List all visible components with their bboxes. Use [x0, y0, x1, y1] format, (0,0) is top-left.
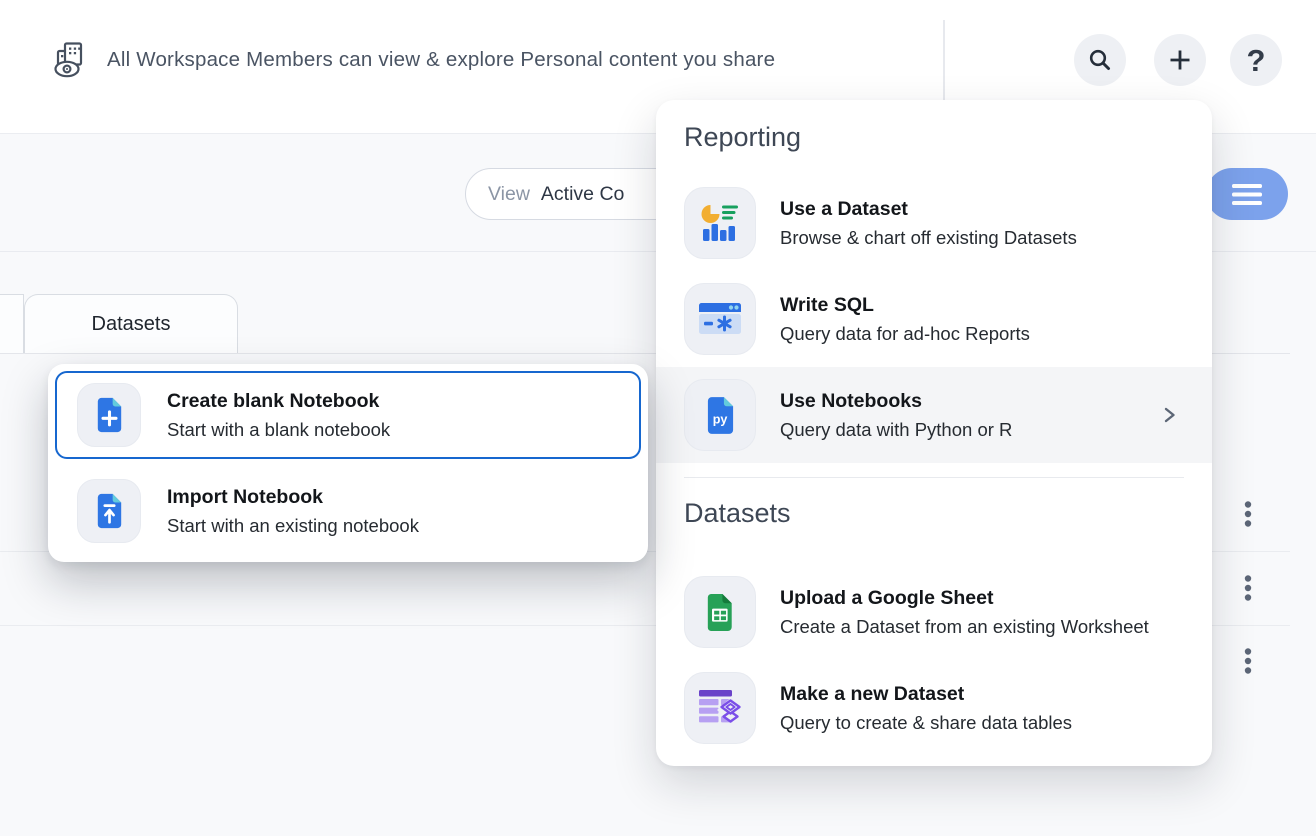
icon-tile — [684, 283, 756, 355]
tab-partial-left[interactable] — [0, 294, 24, 353]
menu-item-title: Use Notebooks — [780, 390, 1012, 413]
menu-item-write-sql[interactable]: Write SQL Query data for ad-hoc Reports — [656, 271, 1212, 367]
kebab-icon — [1244, 501, 1252, 527]
create-notebook-icon — [95, 397, 124, 433]
menu-item-subtitle: Start with an existing notebook — [167, 515, 419, 537]
workspace-sharing-notice: All Workspace Members can view & explore… — [52, 42, 775, 78]
menu-item-texts: Use a Dataset Browse & chart off existin… — [780, 198, 1077, 249]
menu-item-make-new-dataset[interactable]: Make a new Dataset Query to create & sha… — [656, 660, 1212, 756]
menu-item-title: Import Notebook — [167, 486, 419, 509]
create-button[interactable] — [1154, 34, 1206, 86]
new-dataset-icon — [697, 687, 743, 729]
list-view-toggle-button[interactable] — [1206, 168, 1288, 220]
icon-tile — [77, 479, 141, 543]
menu-item-title: Create blank Notebook — [167, 390, 390, 413]
row-actions-button[interactable] — [1234, 496, 1262, 532]
menu-item-subtitle: Query data with Python or R — [780, 419, 1012, 441]
menu-item-create-blank-notebook[interactable]: Create blank Notebook Start with a blank… — [55, 371, 641, 459]
menu-item-use-notebooks[interactable]: py Use Notebooks Query data with Python … — [656, 367, 1212, 463]
view-filter-value: Active Co — [541, 183, 624, 206]
svg-text:py: py — [712, 412, 727, 426]
import-notebook-icon — [95, 493, 124, 529]
menu-item-upload-google-sheet[interactable]: Upload a Google Sheet Create a Dataset f… — [656, 564, 1212, 660]
row-actions-button[interactable] — [1234, 570, 1262, 606]
python-notebook-icon: py — [705, 396, 736, 435]
menu-item-texts: Make a new Dataset Query to create & sha… — [780, 683, 1072, 734]
section-title-reporting: Reporting — [684, 122, 801, 153]
chevron-right-icon — [1160, 405, 1178, 425]
section-title-datasets: Datasets — [684, 498, 791, 529]
search-icon — [1088, 48, 1112, 72]
workspace-visibility-icon — [52, 42, 92, 78]
row-actions-button[interactable] — [1234, 643, 1262, 679]
menu-item-title: Make a new Dataset — [780, 683, 1072, 706]
menu-section-divider — [684, 477, 1184, 478]
menu-item-subtitle: Start with a blank notebook — [167, 419, 390, 441]
menu-item-texts: Upload a Google Sheet Create a Dataset f… — [780, 587, 1149, 638]
plus-icon — [1168, 48, 1192, 72]
kebab-icon — [1244, 575, 1252, 601]
menu-item-import-notebook[interactable]: Import Notebook Start with an existing n… — [55, 467, 641, 555]
menu-item-texts: Import Notebook Start with an existing n… — [167, 486, 419, 537]
tab-datasets[interactable]: Datasets — [24, 294, 238, 353]
kebab-icon — [1244, 648, 1252, 674]
icon-tile: py — [684, 379, 756, 451]
search-button[interactable] — [1074, 34, 1126, 86]
google-sheet-icon — [705, 593, 735, 632]
menu-item-subtitle: Browse & chart off existing Datasets — [780, 227, 1077, 249]
question-mark-icon: ? — [1247, 45, 1266, 76]
menu-item-subtitle: Query data for ad-hoc Reports — [780, 323, 1030, 345]
icon-tile — [684, 576, 756, 648]
workspace-sharing-notice-text: All Workspace Members can view & explore… — [107, 48, 775, 72]
hamburger-icon — [1232, 184, 1262, 205]
menu-item-subtitle: Query to create & share data tables — [780, 712, 1072, 734]
app-screen: All Workspace Members can view & explore… — [0, 0, 1316, 836]
icon-tile — [684, 187, 756, 259]
dataset-chart-icon — [700, 203, 740, 243]
menu-item-texts: Use Notebooks Query data with Python or … — [780, 390, 1012, 441]
tab-datasets-label: Datasets — [92, 313, 171, 336]
header-divider — [943, 20, 945, 102]
menu-item-title: Upload a Google Sheet — [780, 587, 1149, 610]
menu-item-use-a-dataset[interactable]: Use a Dataset Browse & chart off existin… — [656, 175, 1212, 271]
view-filter-label: View — [488, 183, 530, 206]
icon-tile — [77, 383, 141, 447]
sql-window-icon — [698, 300, 742, 338]
menu-item-title: Write SQL — [780, 294, 1030, 317]
create-menu-popover: Reporting Use a Dataset Browse & chart o — [656, 100, 1212, 766]
menu-item-title: Use a Dataset — [780, 198, 1077, 221]
help-button[interactable]: ? — [1230, 34, 1282, 86]
icon-tile — [684, 672, 756, 744]
notebook-submenu: Create blank Notebook Start with a blank… — [48, 364, 648, 562]
menu-item-subtitle: Create a Dataset from an existing Worksh… — [780, 616, 1149, 638]
menu-item-texts: Create blank Notebook Start with a blank… — [167, 390, 390, 441]
menu-item-texts: Write SQL Query data for ad-hoc Reports — [780, 294, 1030, 345]
